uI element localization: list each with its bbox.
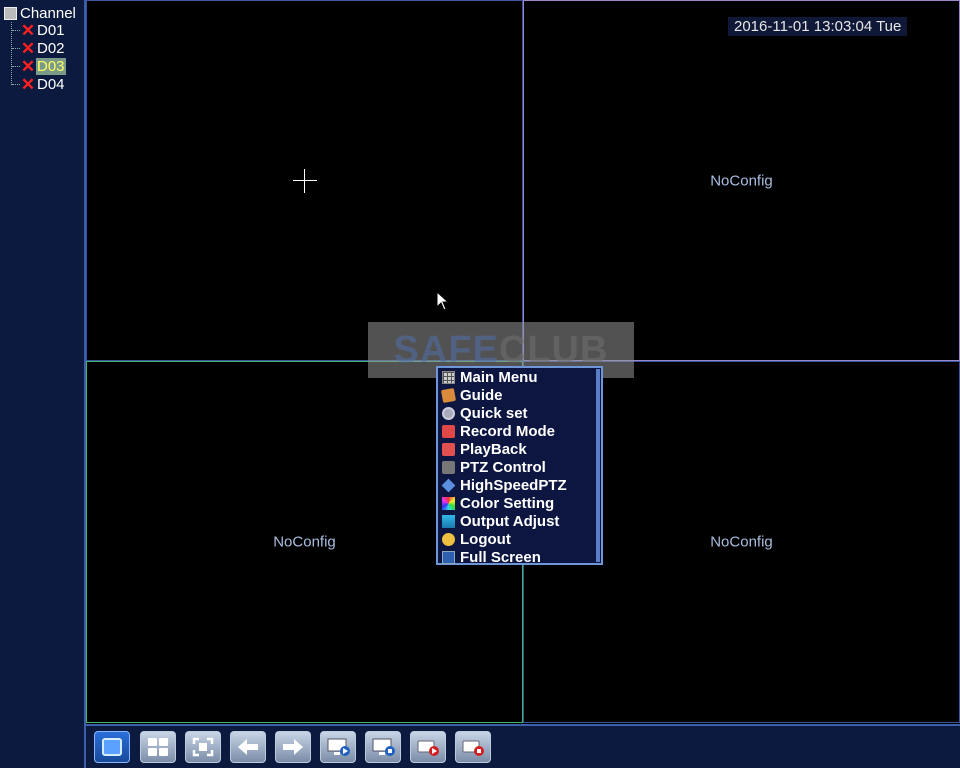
logout-icon — [442, 532, 455, 546]
disconnected-icon: ✕ — [20, 56, 36, 76]
menu-item-record-mode[interactable]: Record Mode — [442, 422, 555, 440]
menu-item-label: PlayBack — [460, 440, 527, 458]
menu-item-main-menu[interactable]: Main Menu — [442, 368, 538, 386]
playback-monitor-icon — [327, 738, 350, 756]
fit-screen-icon — [192, 737, 214, 757]
channel-tree-root[interactable]: Channel — [4, 5, 76, 22]
menu-item-label: Quick set — [460, 404, 528, 422]
single-view-icon — [102, 738, 122, 756]
menu-item-label: Record Mode — [460, 422, 556, 440]
menu-item-color-setting[interactable]: Color Setting — [442, 494, 554, 512]
record-stop-icon — [462, 740, 484, 756]
channel-label-selected: D03 — [36, 58, 66, 75]
bottom-toolbar — [86, 724, 960, 768]
menu-item-quick-set[interactable]: Quick set — [442, 404, 528, 422]
context-menu: Main Menu Guide Quick set Record Mode Pl… — [436, 366, 603, 566]
menu-item-ptz-control[interactable]: PTZ Control — [442, 458, 546, 476]
tree-folder-icon — [4, 7, 17, 20]
quad-view-button[interactable] — [140, 731, 176, 763]
previous-icon — [238, 739, 258, 755]
menu-item-output-adjust[interactable]: Output Adjust — [442, 512, 559, 530]
menu-item-label: Full Screen — [460, 548, 541, 566]
record-start-button[interactable] — [410, 731, 446, 763]
channel-item-d03[interactable]: ✕ D03 — [12, 58, 66, 75]
channel-item-d01[interactable]: ✕ D01 — [12, 22, 66, 39]
disconnected-icon: ✕ — [20, 38, 36, 58]
record-start-icon — [417, 740, 439, 756]
datetime-display: 2016-11-01 13:03:04 Tue — [728, 17, 908, 36]
channel-sidebar: Channel ✕ D01 ✕ D02 ✕ D03 ✕ D04 — [0, 0, 86, 768]
record-mode-icon — [442, 424, 455, 438]
channel-label: D01 — [37, 22, 65, 39]
screen-settings-button[interactable] — [365, 731, 401, 763]
menu-item-full-screen[interactable]: Full Screen — [442, 548, 541, 566]
ptz-control-icon — [442, 460, 455, 474]
playback-monitor-button[interactable] — [320, 731, 356, 763]
quad-view-icon — [148, 738, 168, 756]
menu-item-logout[interactable]: Logout — [442, 530, 511, 548]
menu-item-guide[interactable]: Guide — [440, 386, 503, 404]
menu-scroll-edge — [596, 369, 600, 562]
menu-item-label: Output Adjust — [460, 512, 560, 530]
guide-icon — [440, 387, 457, 403]
menu-item-high-speed-ptz[interactable]: HighSpeedPTZ — [441, 476, 567, 494]
disconnected-icon: ✕ — [20, 74, 36, 94]
no-config-label: NoConfig — [710, 172, 773, 189]
output-adjust-icon — [442, 514, 455, 528]
fit-screen-button[interactable] — [185, 731, 221, 763]
high-speed-ptz-icon — [441, 478, 456, 492]
menu-item-label: HighSpeedPTZ — [460, 476, 567, 494]
full-screen-icon — [442, 550, 455, 564]
channel-root-label: Channel — [20, 5, 76, 22]
disconnected-icon: ✕ — [20, 20, 36, 40]
menu-item-label: Main Menu — [460, 368, 538, 386]
channel-item-d02[interactable]: ✕ D02 — [12, 40, 66, 57]
previous-button[interactable] — [230, 731, 266, 763]
menu-item-label: Color Setting — [460, 494, 555, 512]
quick-set-icon — [442, 406, 455, 420]
menu-item-label: Logout — [460, 530, 511, 548]
single-view-button[interactable] — [94, 731, 130, 763]
playback-icon — [442, 442, 455, 456]
channel-label: D04 — [37, 76, 65, 93]
channel-item-d04[interactable]: ✕ D04 — [12, 76, 66, 93]
color-setting-icon — [442, 496, 455, 510]
next-button[interactable] — [275, 731, 311, 763]
video-cell-1[interactable] — [86, 0, 523, 361]
menu-item-playback[interactable]: PlayBack — [442, 440, 527, 458]
menu-item-label: Guide — [460, 386, 503, 404]
next-icon — [283, 739, 303, 755]
mouse-pointer-icon — [436, 291, 450, 311]
video-cell-2[interactable]: NoConfig — [523, 0, 960, 361]
main-menu-icon — [442, 370, 455, 384]
channel-label: D02 — [37, 40, 65, 57]
record-stop-button[interactable] — [455, 731, 491, 763]
menu-item-label: PTZ Control — [460, 458, 546, 476]
screen-settings-icon — [372, 738, 395, 756]
